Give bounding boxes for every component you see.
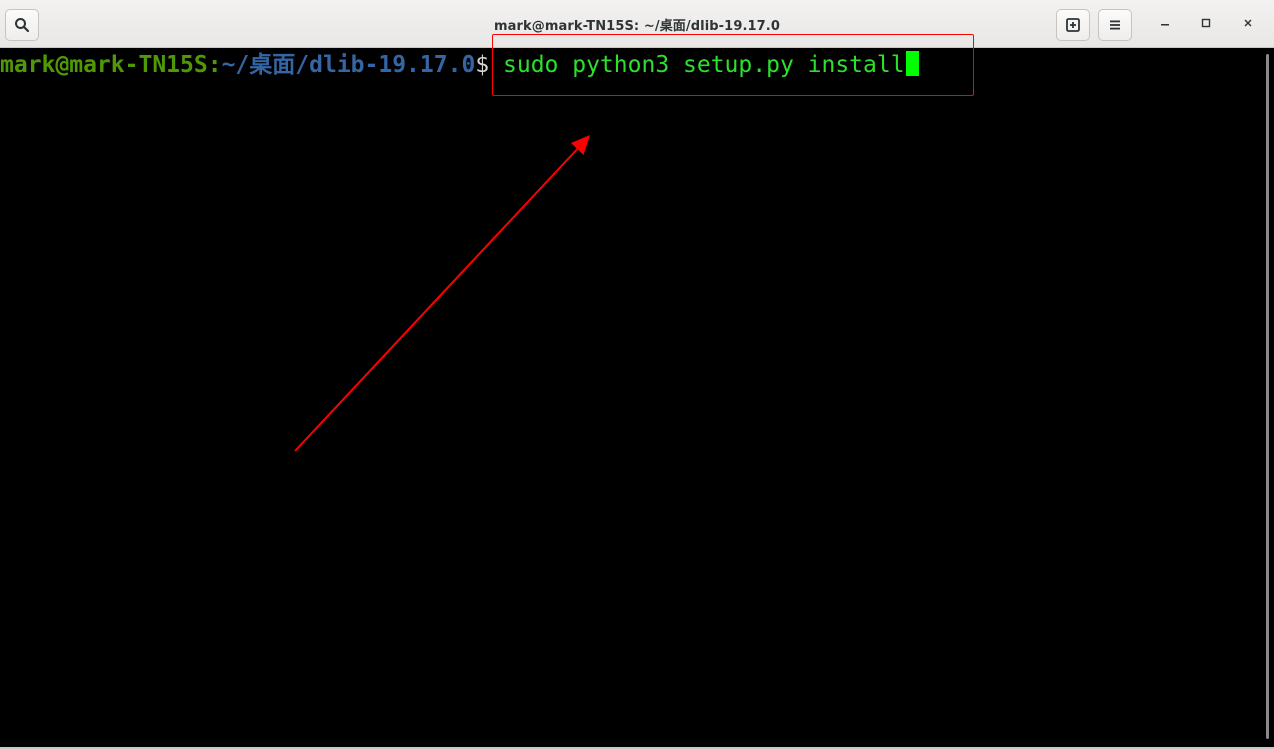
minimize-icon: [1160, 15, 1170, 33]
new-tab-icon: [1065, 17, 1081, 33]
hamburger-menu-icon: [1108, 18, 1122, 32]
scrollbar-thumb[interactable]: [1266, 54, 1269, 739]
close-button[interactable]: [1238, 14, 1258, 34]
menu-button[interactable]: [1098, 9, 1132, 41]
annotation-highlight-box: [492, 34, 974, 96]
minimize-button[interactable]: [1155, 14, 1175, 34]
close-icon: [1243, 15, 1253, 33]
prompt-path: ~/桌面/dlib-19.17.0: [221, 52, 476, 78]
prompt-separator: :: [207, 52, 222, 78]
scrollbar[interactable]: [1258, 48, 1274, 747]
prompt-sign: $: [475, 52, 490, 78]
terminal-area[interactable]: mark@mark-TN15S:~/桌面/dlib-19.17.0$ sudo …: [0, 48, 1258, 747]
prompt-user-host: mark@mark-TN15S: [0, 52, 208, 78]
terminal-window: mark@mark-TN15S: ~/桌面/dlib-19.17.0 mark@…: [0, 0, 1274, 749]
new-tab-button[interactable]: [1056, 9, 1090, 41]
maximize-icon: [1201, 15, 1211, 33]
maximize-button[interactable]: [1196, 14, 1216, 34]
